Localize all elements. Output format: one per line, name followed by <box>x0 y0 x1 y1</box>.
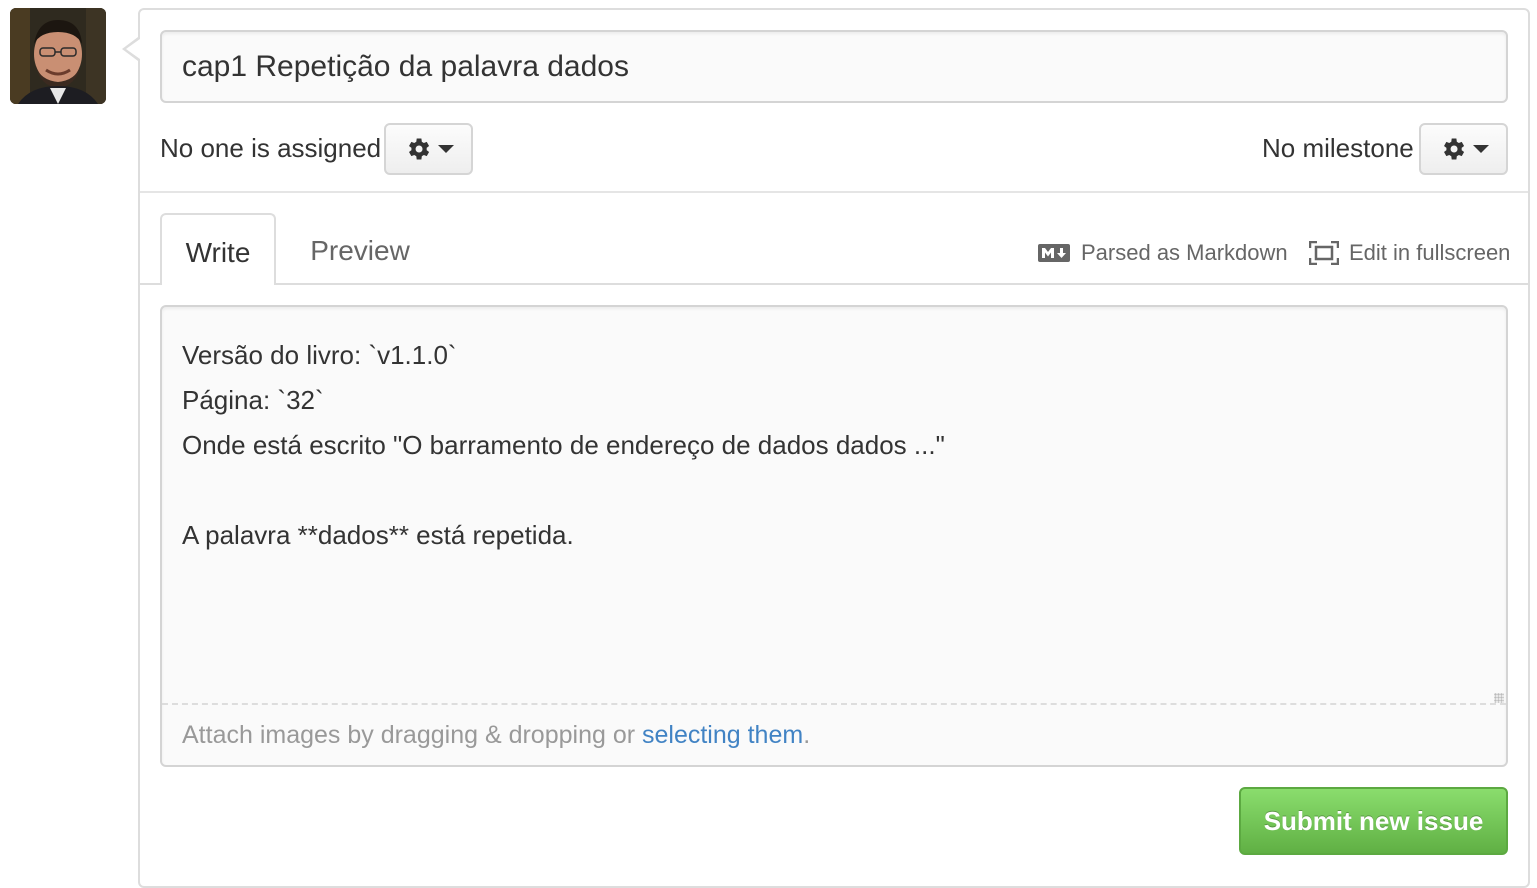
tab-preview[interactable]: Preview <box>290 213 430 283</box>
gear-icon <box>1443 138 1464 160</box>
issue-title-input[interactable] <box>160 30 1508 103</box>
panel-pointer-inner <box>126 39 140 59</box>
fullscreen-label: Edit in fullscreen <box>1349 240 1511 265</box>
milestone-label: No milestone <box>1262 133 1414 163</box>
attach-suffix: . <box>803 721 811 749</box>
tab-write[interactable]: Write <box>160 213 276 285</box>
resize-handle[interactable] <box>1494 693 1504 703</box>
attach-images-hint: Attach images by dragging & dropping or … <box>182 721 810 750</box>
fullscreen-button[interactable]: Edit in fullscreen <box>1309 240 1510 266</box>
gear-icon <box>408 138 429 160</box>
attach-prefix: Attach images by dragging & dropping or <box>182 721 642 749</box>
assignee-settings-button[interactable] <box>384 123 473 175</box>
attach-divider <box>162 703 1506 705</box>
submit-issue-button[interactable]: Submit new issue <box>1239 787 1508 855</box>
fullscreen-icon <box>1309 241 1339 265</box>
comment-editor[interactable]: Versão do livro: `v1.1.0` Página: `32` O… <box>160 305 1508 767</box>
assignee-label: No one is assigned <box>160 133 382 163</box>
tabs-baseline <box>140 283 1528 285</box>
select-files-link[interactable]: selecting them <box>642 721 803 749</box>
markdown-icon <box>1038 244 1070 262</box>
chevron-down-icon <box>437 145 454 153</box>
section-divider <box>140 191 1528 193</box>
milestone-settings-button[interactable] <box>1419 123 1508 175</box>
chevron-down-icon <box>1472 145 1489 153</box>
user-avatar[interactable] <box>10 8 106 104</box>
markdown-help-link[interactable]: Parsed as Markdown <box>1037 240 1288 266</box>
markdown-label: Parsed as Markdown <box>1081 240 1288 265</box>
comment-body-textarea[interactable]: Versão do livro: `v1.1.0` Página: `32` O… <box>182 333 1482 703</box>
